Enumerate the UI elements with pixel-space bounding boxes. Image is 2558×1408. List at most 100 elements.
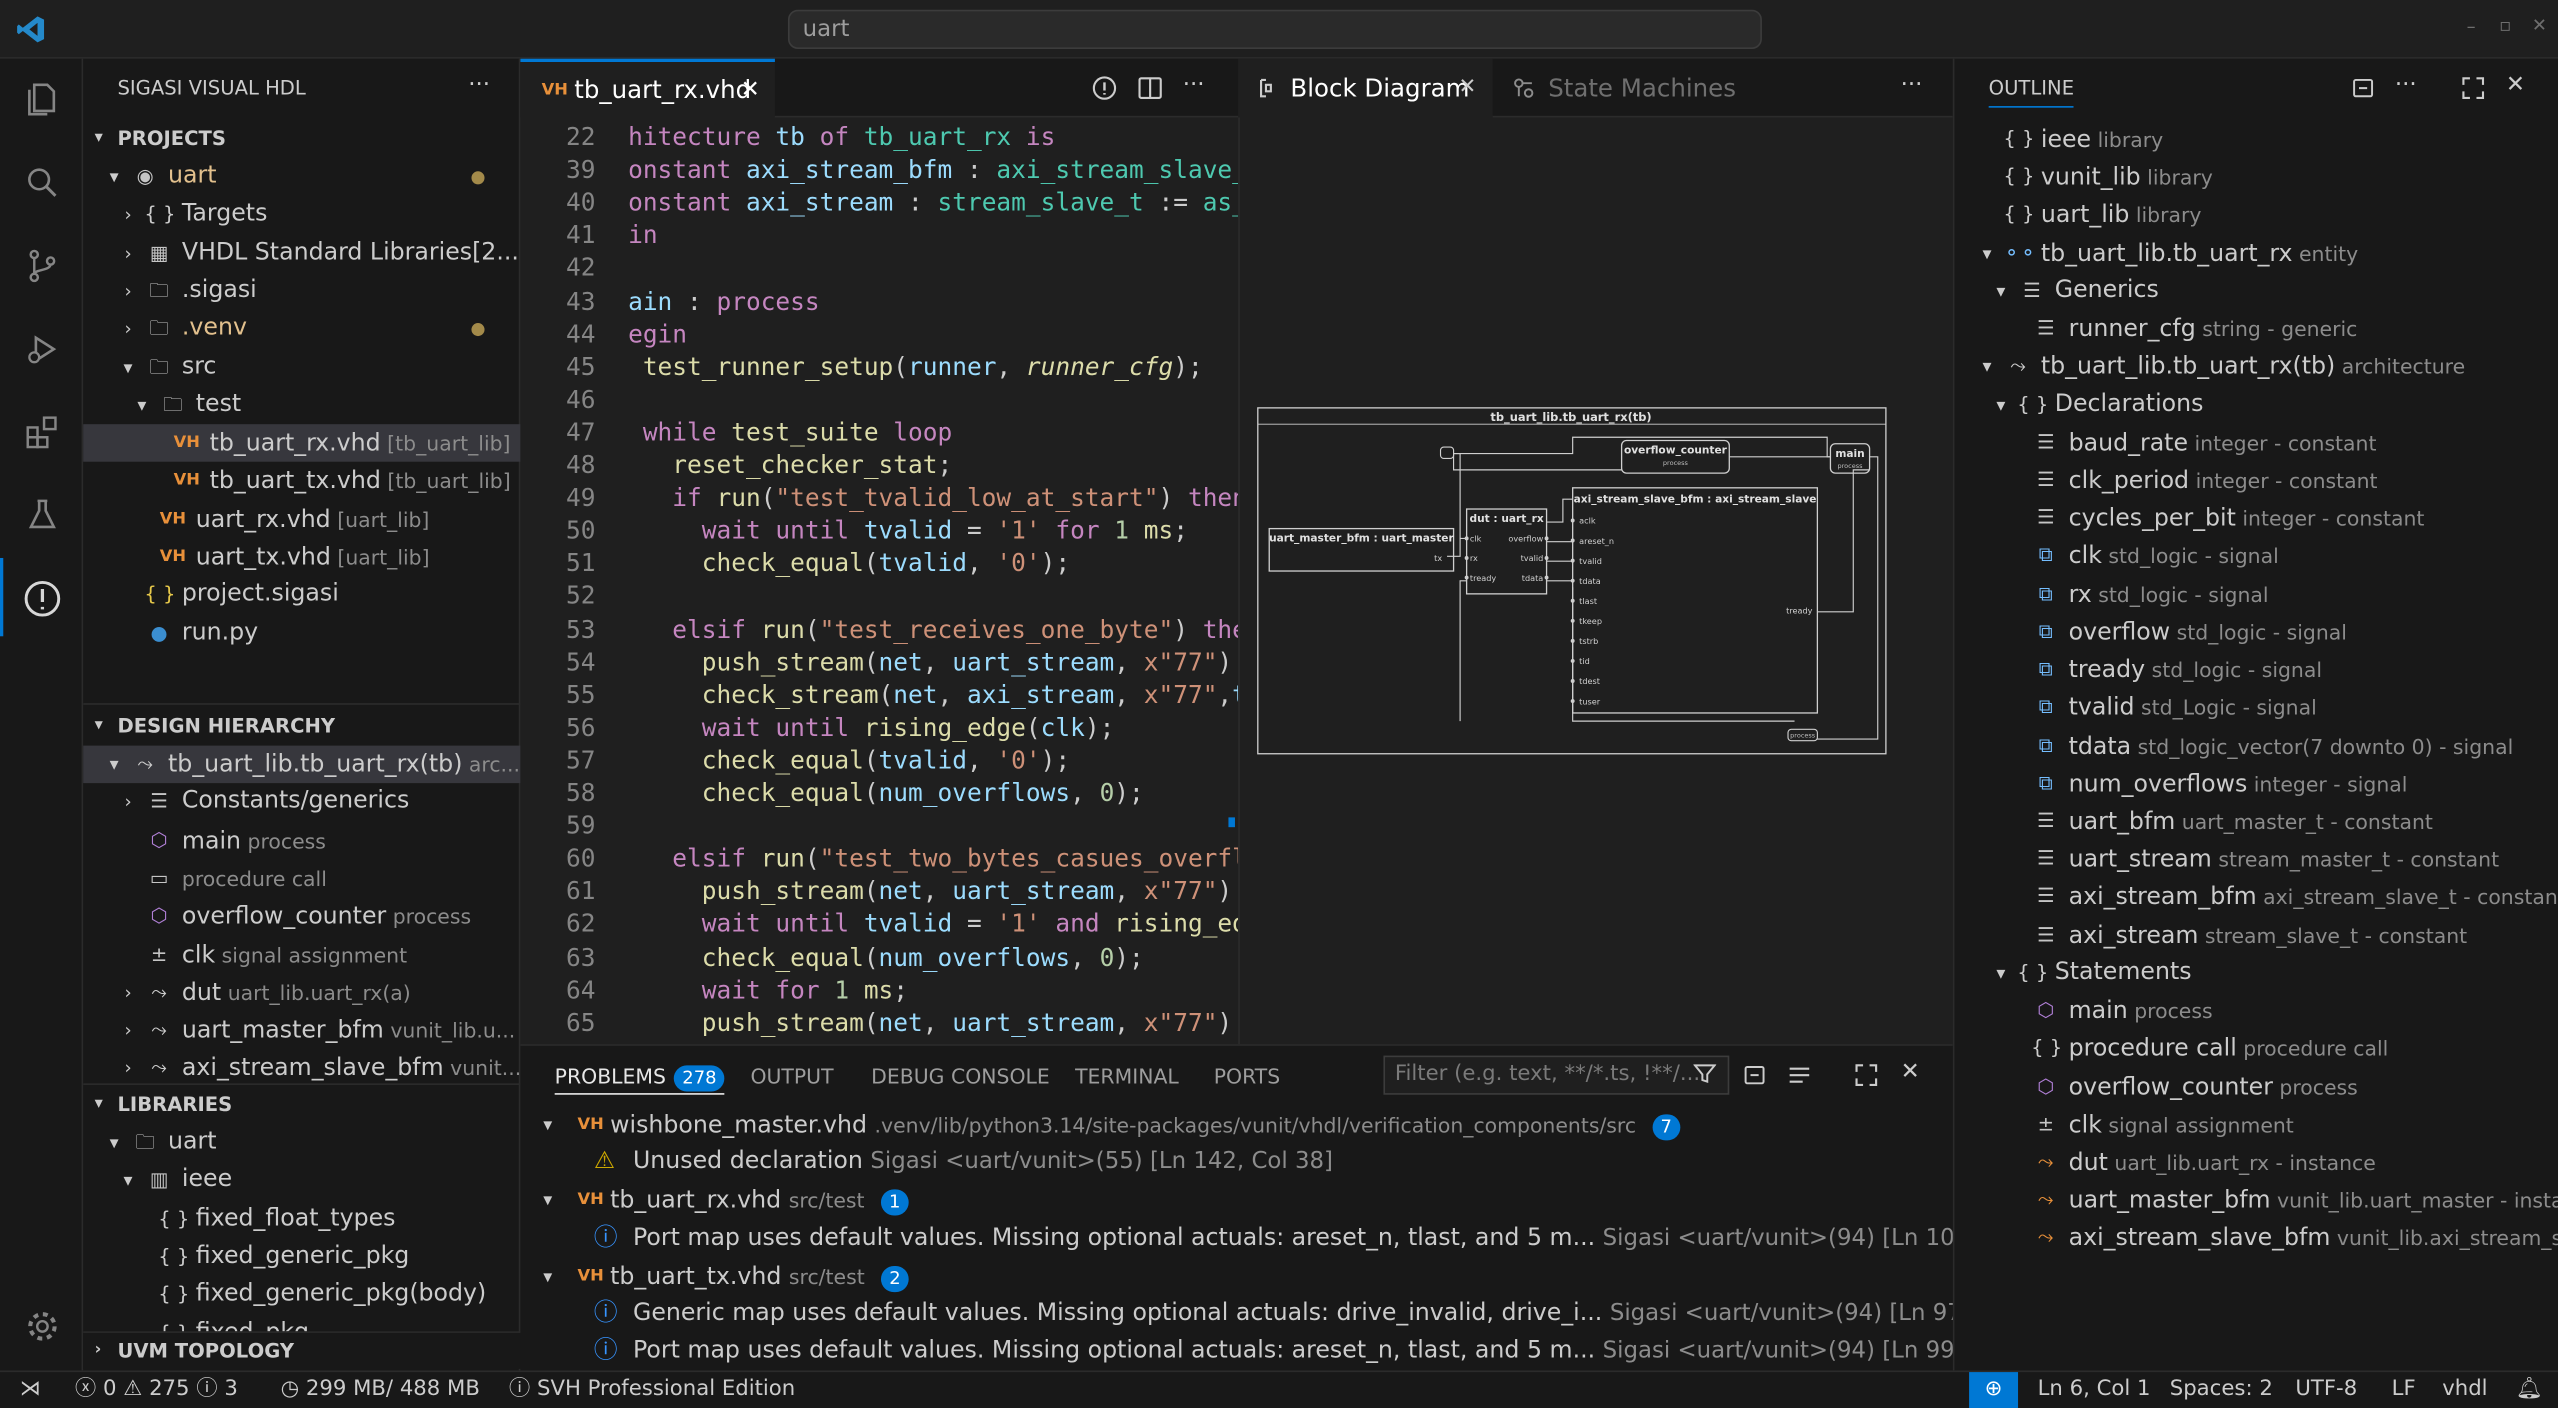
notifications-bell-icon[interactable]: 🔔︎ [2516,1372,2543,1408]
wire-12[interactable] [1459,580,1467,722]
tree-item[interactable]: ⤳ dut uart_lib.uart_rx - instance [1954,1144,2558,1182]
tree-item[interactable]: ☰ axi_stream stream_slave_t - constant [1954,916,2558,954]
tree-item[interactable]: ⧉ num_overflows integer - signal [1954,765,2558,803]
end-of-line[interactable]: LF [2392,1372,2416,1408]
code-line[interactable]: hitecture tb of tb_uart_rx is [628,121,1238,154]
tree-item[interactable]: { } procedure call procedure call [1954,1030,2558,1068]
code-line[interactable]: if run("test_tvalid_low_at_start") then [628,481,1238,514]
code-line[interactable]: elsif run("test_two_bytes_casues_overfl [628,842,1238,875]
view-as-list-icon[interactable] [1786,1062,1812,1095]
chevron-down-icon[interactable]: ▾ [1991,386,2011,424]
code-line[interactable]: in [628,219,1238,252]
chevron-down-icon[interactable]: ▾ [118,1162,138,1200]
split-editor-icon[interactable] [1137,75,1163,108]
code-line[interactable]: wait until rising_edge(clk); [628,711,1238,744]
code-line[interactable] [628,809,1238,842]
tree-item[interactable]: ☰ uart_bfm uart_master_t - constant [1954,803,2558,841]
problems-filter-input[interactable]: Filter (e.g. text, **/*.ts, !**/... [1383,1055,1730,1095]
axi-port-dot-tdata[interactable] [1570,578,1575,583]
code-line[interactable]: reset_checker_stat; [628,449,1238,482]
chevron-down-icon[interactable]: ▾ [1991,954,2011,992]
axi-port-dot-tstrb[interactable] [1570,638,1575,643]
dut-port-dot-tready[interactable] [1464,575,1469,580]
tree-item[interactable]: { } ieee library [1954,121,2558,159]
tree-item[interactable]: ☰ runner_cfg string - generic [1954,310,2558,348]
code-line[interactable]: wait for 1 ms; [628,973,1238,1006]
viewer-more-icon[interactable]: ··· [1901,72,1923,98]
dut-port-dot-clk[interactable] [1464,536,1469,541]
zoom-icon[interactable]: ⊕ [1969,1372,2019,1408]
tree-item[interactable]: ☰ axi_stream_bfm axi_stream_slave_t - con… [1954,878,2558,916]
run-debug-icon[interactable] [20,326,66,372]
explorer-icon[interactable] [20,77,66,123]
axi-port-dot-tlast[interactable] [1570,598,1575,603]
remote-icon[interactable]: ⋊ [20,1372,41,1408]
code-line[interactable] [628,580,1238,613]
code-line[interactable]: push_stream(net, uart_stream, x"77") [628,875,1238,908]
wire-3[interactable] [1453,453,1622,471]
tree-item[interactable]: ▾ 🗀︎ uart [83,1124,520,1162]
code-line[interactable]: check_equal(num_overflows, 0); [628,777,1238,810]
code-line[interactable]: push_stream(net, uart_stream, x"77") [628,1006,1238,1039]
uvm-topology-section-header[interactable]: › UVM TOPOLOGY [83,1332,521,1369]
chevron-down-icon[interactable]: ▾ [104,1124,124,1162]
axi-port-dot-tvalid[interactable] [1570,558,1575,563]
collapse-problems-icon[interactable] [1742,1062,1768,1095]
tab-block-diagram[interactable]: Block Diagram ✕ [1238,58,1493,118]
axi-port-dot-tuser[interactable] [1570,699,1575,704]
close-tab-icon[interactable]: ✕ [1458,75,1476,99]
dut-port-dot-tdata[interactable] [1544,575,1549,580]
code-line[interactable]: wait until tvalid = '1' for 1 ms; [628,514,1238,547]
collapse-all-icon[interactable] [2351,75,2377,108]
testing-icon[interactable] [20,493,66,539]
tree-item[interactable]: ⧉ tready std_logic - signal [1954,651,2558,689]
dut-port-dot-rx[interactable] [1464,556,1469,560]
sigasi-icon[interactable] [20,576,66,622]
wire-9[interactable] [1546,498,1573,523]
tree-item[interactable]: ☰ uart_stream stream_master_t - constant [1954,841,2558,879]
problem-file-group[interactable]: ▾ VH tb_uart_rx.vhd src/test 1 [520,1182,1952,1220]
code-line[interactable]: elsif run("test_receives_one_byte") the [628,613,1238,646]
command-center-search[interactable]: uart [787,9,1762,49]
axi-port-dot-aclk[interactable] [1570,518,1575,523]
close-panel-icon[interactable]: ✕ [1901,1059,1920,1085]
axi-port-dot-areset_n[interactable] [1570,538,1575,543]
panel-tab-debug-console[interactable]: DEBUG CONSOLE [871,1059,1050,1095]
problems-status[interactable]: ⓧ 0 ⚠ 275 ⓘ 3 [75,1372,238,1408]
tree-item[interactable]: { } vunit_lib library [1954,159,2558,197]
close-window-icon[interactable]: ✕ [2532,15,2547,36]
wire-11[interactable] [1817,469,1870,613]
memory-status[interactable]: ◷ 299 MB/ 488 MB [281,1372,480,1408]
extensions-icon[interactable] [20,410,66,456]
panel-tab-problems[interactable]: PROBLEMS 278 [554,1059,725,1095]
wire-1[interactable] [1440,452,1461,539]
info-icon[interactable] [1091,75,1117,108]
problem-item[interactable]: ⓘ Port map uses default values. Missing o… [520,1333,1953,1371]
code-line[interactable]: egin [628,317,1238,350]
tree-item[interactable]: ± clk signal assignment [1954,1106,2558,1144]
code-line[interactable]: onstant axi_stream : stream_slave_t := a… [628,186,1238,219]
settings-gear-icon[interactable] [20,1304,66,1350]
editor-more-icon[interactable]: ··· [1183,72,1205,98]
minimize-icon[interactable]: – [2467,16,2476,37]
chevron-down-icon[interactable]: ▾ [1991,272,2011,310]
tree-item[interactable]: ⤳ axi_stream_slave_bfm vunit_lib.axi_stre… [1954,1219,2558,1257]
axi-stream-slave-bfm-block[interactable] [1572,487,1819,714]
indentation[interactable]: Spaces: 2 [2170,1372,2273,1408]
tree-item[interactable]: ⬡ overflow_counter process [1954,1068,2558,1106]
code-line[interactable]: check_equal(num_overflows, 0); [628,941,1238,974]
panel-tab-output[interactable]: OUTPUT [750,1059,833,1095]
code-lines[interactable]: 22 hitecture tb of tb_uart_rx is 39 onstant… [520,121,1238,1044]
tree-item[interactable]: ⧉ clk std_logic - signal [1954,537,2558,575]
source-control-icon[interactable] [20,243,66,289]
axi-port-dot-tdest[interactable] [1570,679,1575,683]
problem-item[interactable]: ⚠ Unused declaration Sigasi <uart/vunit>(… [520,1144,1952,1182]
maximize-panel-icon[interactable] [1853,1062,1879,1095]
tree-item[interactable]: ⧉ tvalid std_Logic - signal [1954,689,2558,727]
tab-state-machines[interactable]: State Machines [1496,59,1757,118]
tree-item[interactable]: ▾ ☰ Generics [1954,272,2558,310]
filter-icon[interactable] [1692,1062,1717,1091]
panel-tab-terminal[interactable]: TERMINAL [1075,1059,1179,1095]
tree-item[interactable]: { } fixed_generic_pkg(body) [83,1276,520,1314]
code-line[interactable]: while test_suite loop [628,416,1238,449]
